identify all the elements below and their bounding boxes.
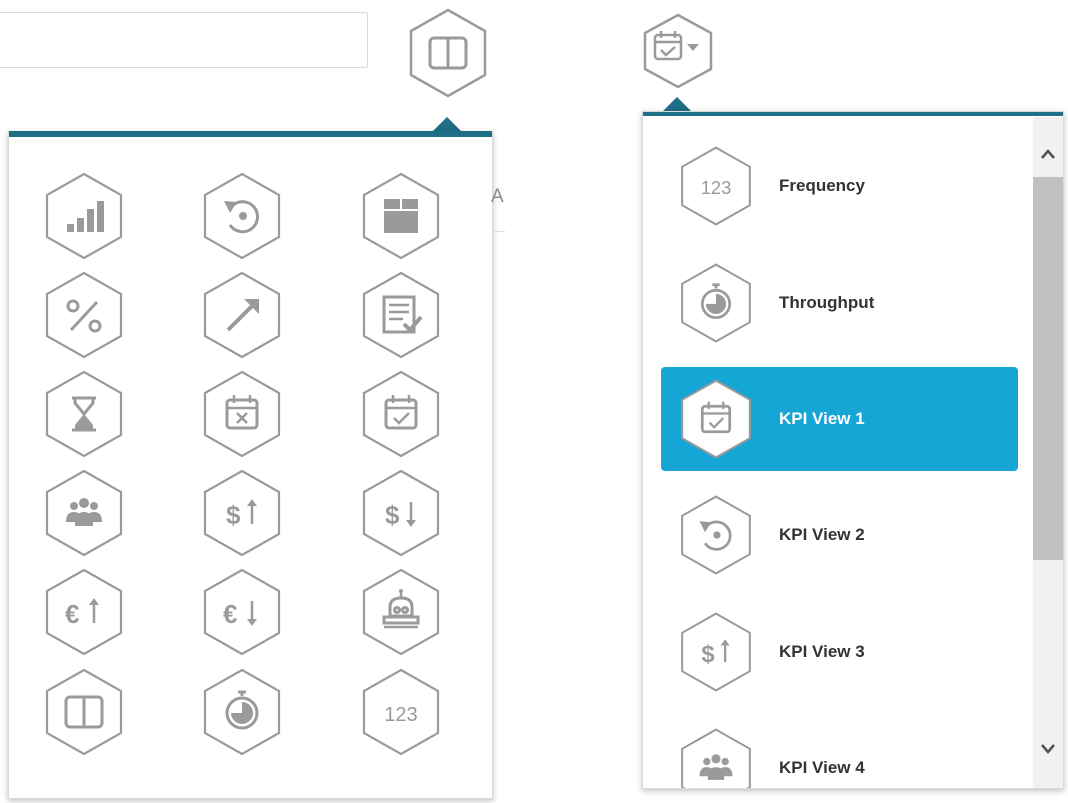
robot-icon bbox=[362, 568, 440, 656]
kpi-item-label: KPI View 1 bbox=[779, 409, 865, 428]
bar-chart-icon bbox=[45, 172, 123, 260]
kpi-item-label: Frequency bbox=[779, 176, 865, 195]
icon-option-box[interactable] bbox=[359, 169, 443, 263]
icon-option-checklist[interactable] bbox=[359, 268, 443, 362]
kpi-view-list-panel: 123 Frequency Throughput KPI View 1 KPI … bbox=[642, 111, 1064, 789]
kpi-item-icon: 123 bbox=[677, 143, 755, 229]
hourglass-icon bbox=[45, 370, 123, 458]
scrollbar[interactable] bbox=[1033, 117, 1063, 788]
euro-down-icon: € bbox=[203, 568, 281, 656]
kpi-item-label: Throughput bbox=[779, 293, 875, 312]
stopwatch-icon bbox=[203, 668, 281, 756]
left-panel-caret bbox=[433, 117, 461, 131]
users-icon bbox=[45, 469, 123, 557]
columns-icon bbox=[45, 668, 123, 756]
icon-option-stopwatch[interactable] bbox=[200, 665, 284, 759]
divider bbox=[493, 231, 505, 232]
icon-option-calendar-x[interactable] bbox=[200, 367, 284, 461]
icon-option-euro-up[interactable]: € bbox=[42, 565, 126, 659]
users-icon bbox=[681, 728, 751, 788]
svg-text:123: 123 bbox=[384, 704, 417, 726]
kpi-item-icon bbox=[677, 725, 755, 788]
rotate-left-icon bbox=[203, 172, 281, 260]
svg-text:$: $ bbox=[701, 641, 714, 668]
box-icon bbox=[362, 172, 440, 260]
icon-option-dollar-up[interactable]: $ bbox=[200, 466, 284, 560]
kpi-item-label: KPI View 4 bbox=[779, 758, 865, 777]
dollar-up-icon: $ bbox=[681, 612, 751, 692]
calendar-check-icon bbox=[362, 370, 440, 458]
icon-option-columns[interactable] bbox=[42, 665, 126, 759]
icon-option-hourglass[interactable] bbox=[42, 367, 126, 461]
svg-text:$: $ bbox=[385, 500, 400, 530]
scroll-thumb[interactable] bbox=[1033, 177, 1063, 560]
arrow-up-right-icon bbox=[203, 271, 281, 359]
right-panel-caret bbox=[663, 97, 691, 111]
icon-option-robot[interactable] bbox=[359, 565, 443, 659]
icon-option-calendar-check[interactable] bbox=[359, 367, 443, 461]
svg-text:123: 123 bbox=[701, 177, 732, 198]
kpi-list-item[interactable]: KPI View 1 bbox=[661, 367, 1018, 471]
icon-option-arrow-up-right[interactable] bbox=[200, 268, 284, 362]
panel-accent-bar bbox=[643, 112, 1063, 116]
panel-accent-bar bbox=[9, 131, 492, 137]
dollar-up-icon: $ bbox=[203, 469, 281, 557]
kpi-list-item[interactable]: Throughput bbox=[661, 251, 1018, 355]
scroll-up-icon[interactable] bbox=[1033, 139, 1063, 169]
kpi-view-dropdown-button[interactable] bbox=[640, 12, 716, 90]
search-input[interactable] bbox=[0, 12, 368, 68]
kpi-item-icon bbox=[677, 260, 755, 346]
calendar-check-icon bbox=[681, 379, 751, 459]
kpi-item-icon bbox=[677, 376, 755, 462]
euro-up-icon: € bbox=[45, 568, 123, 656]
kpi-list-item[interactable]: $ KPI View 3 bbox=[661, 600, 1018, 704]
number-123-icon: 123 bbox=[362, 668, 440, 756]
svg-text:€: € bbox=[65, 599, 79, 629]
icon-option-rotate-left[interactable] bbox=[200, 169, 284, 263]
kpi-item-icon: $ bbox=[677, 609, 755, 695]
icon-option-users[interactable] bbox=[42, 466, 126, 560]
svg-text:$: $ bbox=[226, 500, 241, 530]
icon-option-dollar-down[interactable]: $ bbox=[359, 466, 443, 560]
svg-text:€: € bbox=[223, 599, 237, 629]
stopwatch-icon bbox=[681, 263, 751, 343]
kpi-list-item[interactable]: KPI View 4 bbox=[661, 716, 1018, 788]
checklist-icon bbox=[362, 271, 440, 359]
calendar-check-dropdown-icon bbox=[643, 13, 713, 89]
rotate-left-icon bbox=[681, 495, 751, 575]
number-123-icon: 123 bbox=[681, 146, 751, 226]
kpi-list-item[interactable]: KPI View 2 bbox=[661, 483, 1018, 587]
kpi-list-item[interactable]: 123 Frequency bbox=[661, 134, 1018, 238]
icon-option-bar-chart[interactable] bbox=[42, 169, 126, 263]
scroll-down-icon[interactable] bbox=[1033, 734, 1063, 764]
percent-icon bbox=[45, 271, 123, 359]
dollar-down-icon: $ bbox=[362, 469, 440, 557]
kpi-item-icon bbox=[677, 492, 755, 578]
columns-icon bbox=[409, 8, 487, 98]
kpi-item-label: KPI View 3 bbox=[779, 642, 865, 661]
icon-option-percent[interactable] bbox=[42, 268, 126, 362]
partial-letter: A bbox=[491, 186, 504, 207]
icon-option-euro-down[interactable]: € bbox=[200, 565, 284, 659]
icon-picker-panel: $ $ € € 123 bbox=[8, 131, 493, 799]
columns-view-button[interactable] bbox=[406, 6, 490, 100]
calendar-x-icon bbox=[203, 370, 281, 458]
icon-option-number-123[interactable]: 123 bbox=[359, 665, 443, 759]
kpi-item-label: KPI View 2 bbox=[779, 525, 865, 544]
